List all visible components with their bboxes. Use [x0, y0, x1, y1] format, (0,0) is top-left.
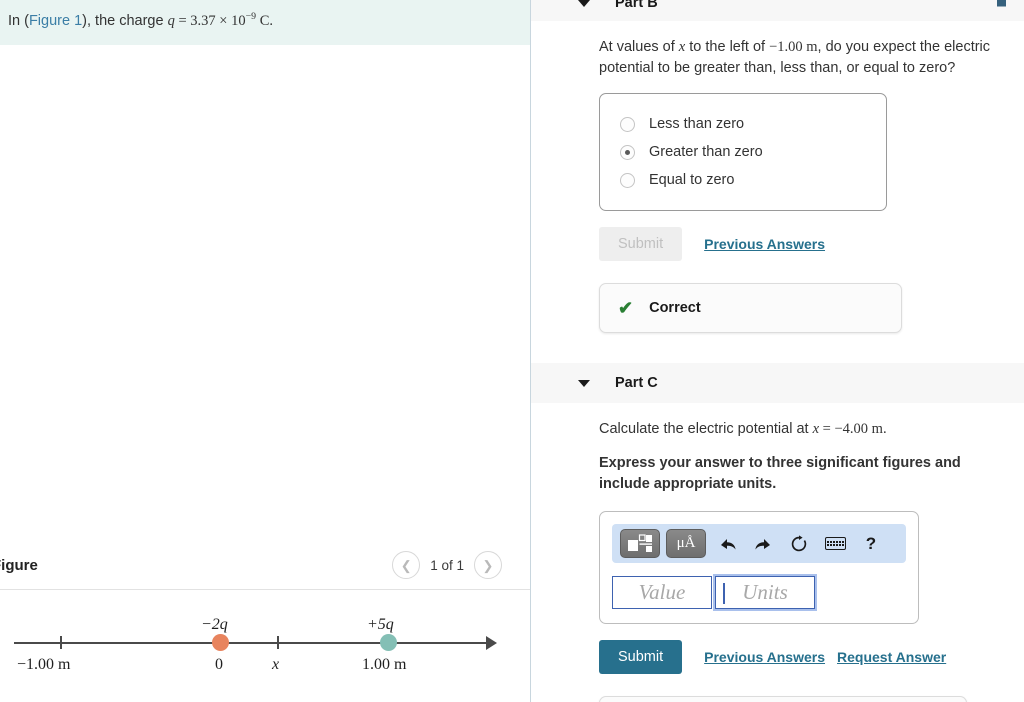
- problem-statement: In (Figure 1), the charge q = 3.37 × 10−…: [8, 10, 518, 31]
- problem-prefix: In (: [8, 12, 29, 29]
- charge-dot-negative: [212, 634, 229, 651]
- charge-exponent: −9: [245, 11, 257, 22]
- charge-label-positive: +5q: [367, 616, 394, 633]
- axis-label-x: x: [272, 656, 280, 673]
- figure-panel: Figure ❮ 1 of 1 ❯ −2q +5q −1.00 m 0 x: [0, 545, 530, 702]
- choice-label: Less than zero: [649, 116, 745, 133]
- part-b-previous-answers-link[interactable]: Previous Answers: [704, 236, 825, 252]
- choice-equal-to-zero[interactable]: Equal to zero: [620, 166, 870, 194]
- axis-tick-x: [277, 636, 279, 649]
- part-b-choices: Less than zero Greater than zero Equal t…: [599, 93, 887, 212]
- part-b-feedback-text: Correct: [649, 300, 701, 317]
- part-c-instruction: Express your answer to three significant…: [599, 455, 961, 493]
- radio-equal-to-zero[interactable]: [620, 172, 635, 188]
- figure-title: Figure: [0, 556, 38, 574]
- question-position-value: −4.00 m: [834, 421, 883, 438]
- choice-greater-than-zero[interactable]: Greater than zero: [620, 138, 870, 166]
- equals-sign: =: [174, 12, 191, 29]
- choice-less-than-zero[interactable]: Less than zero: [620, 110, 870, 138]
- part-c-request-answer-link[interactable]: Request Answer: [837, 649, 946, 665]
- caret-down-icon[interactable]: [578, 0, 590, 7]
- figure-diagram: −2q +5q −1.00 m 0 x 1.00 m: [0, 590, 530, 702]
- undo-icon[interactable]: [712, 530, 742, 557]
- figure-pager: ❮ 1 of 1 ❯: [392, 551, 502, 579]
- text-cursor: [723, 583, 725, 605]
- problem-pane: In (Figure 1), the charge q = 3.37 × 10−…: [0, 0, 530, 702]
- answer-entry-widget: μÅ ? Value Units: [599, 511, 919, 625]
- number-line-axis: [14, 642, 492, 644]
- keyboard-icon[interactable]: [820, 530, 850, 557]
- units-input[interactable]: Units: [715, 576, 815, 610]
- part-b-body: At values of x to the left of −1.00 m, d…: [531, 37, 1024, 334]
- caret-down-icon[interactable]: [578, 379, 590, 387]
- charge-unit: C.: [256, 12, 273, 29]
- part-c-body: Calculate the electric potential at x = …: [531, 419, 1024, 702]
- choice-label: Greater than zero: [649, 144, 763, 161]
- part-c-feedback-incorrect: ✖ Incorrect; One attempt remaining; Try …: [599, 696, 967, 702]
- answer-fields: Value Units: [612, 576, 906, 610]
- charge-label-negative: −2q: [201, 616, 228, 633]
- help-icon[interactable]: ?: [856, 530, 886, 557]
- choice-label: Equal to zero: [649, 172, 735, 189]
- part-c-actions: Submit Previous Answers Request Answer: [599, 640, 1006, 675]
- chevron-left-icon[interactable]: ❮: [392, 551, 421, 579]
- part-c-previous-answers-link[interactable]: Previous Answers: [704, 649, 825, 665]
- check-icon: ✔: [618, 298, 634, 319]
- part-b-feedback-correct: ✔ Correct: [599, 283, 902, 334]
- figure-page-count: 1 of 1: [430, 557, 464, 573]
- answer-pane: Part B At values of x to the left of −1.…: [531, 0, 1024, 702]
- charge-dot-positive: [380, 634, 397, 651]
- math-toolbar: μÅ ?: [612, 524, 906, 564]
- problem-middle: ), the charge: [82, 12, 168, 29]
- part-c-question: Calculate the electric potential at x = …: [599, 421, 887, 438]
- axis-label-minus-one: −1.00 m: [17, 656, 71, 673]
- units-button[interactable]: μÅ: [666, 529, 706, 559]
- radio-less-than-zero[interactable]: [620, 116, 635, 132]
- part-c-title: Part C: [615, 375, 658, 392]
- redo-icon[interactable]: [748, 530, 778, 557]
- units-placeholder: Units: [742, 580, 788, 605]
- axis-tick-minus-one: [60, 636, 62, 649]
- reset-icon[interactable]: [784, 530, 814, 557]
- part-b-actions: Submit Previous Answers: [599, 227, 1006, 262]
- part-b-title: Part B: [615, 0, 658, 11]
- figure-header: Figure ❮ 1 of 1 ❯: [0, 545, 530, 590]
- part-b-header[interactable]: Part B: [531, 0, 1024, 21]
- axis-label-one: 1.00 m: [362, 656, 407, 673]
- charge-value: 3.37 × 10: [190, 12, 246, 29]
- question-position-value: −1.00 m: [769, 39, 818, 55]
- charge-symbol: q: [167, 12, 175, 29]
- part-b-submit-button: Submit: [599, 227, 683, 262]
- part-b-corner-marker: [997, 0, 1006, 7]
- axis-arrowhead: [486, 636, 497, 650]
- chevron-right-icon[interactable]: ❯: [474, 551, 502, 579]
- part-c-header[interactable]: Part C: [531, 363, 1024, 404]
- axis-label-zero: 0: [215, 656, 223, 673]
- radio-greater-than-zero[interactable]: [620, 144, 635, 160]
- part-b-question: At values of x to the left of −1.00 m, d…: [599, 39, 991, 77]
- value-input[interactable]: Value: [612, 576, 712, 610]
- problem-statement-band: In (Figure 1), the charge q = 3.37 × 10−…: [0, 0, 530, 46]
- page-root: In (Figure 1), the charge q = 3.37 × 10−…: [0, 0, 1024, 702]
- math-template-icon[interactable]: [620, 529, 660, 559]
- part-c-submit-button[interactable]: Submit: [599, 640, 683, 675]
- figure-1-link[interactable]: Figure 1: [29, 13, 82, 29]
